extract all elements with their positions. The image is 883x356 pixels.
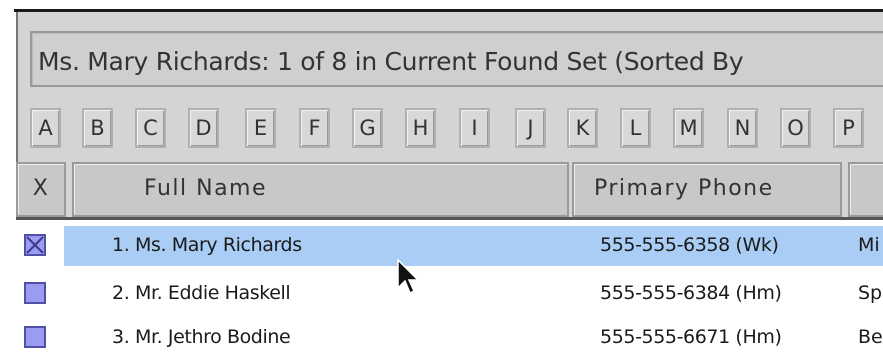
column-header-primary-phone[interactable]: Primary Phone: [572, 162, 842, 217]
record-status-field: Ms. Mary Richards: 1 of 8 in Current Fou…: [30, 31, 883, 87]
letter-button-k[interactable]: K: [567, 108, 598, 148]
record-phone: 555-555-6358 (Wk): [600, 234, 779, 256]
record-name: 2. Mr. Eddie Haskell: [112, 282, 291, 304]
list-item[interactable]: 1. Ms. Mary Richards 555-555-6358 (Wk) M…: [16, 226, 883, 266]
letter-button-f[interactable]: F: [299, 108, 330, 148]
list-item[interactable]: 3. Mr. Jethro Bodine 555-555-6671 (Hm) B…: [16, 318, 883, 356]
letter-button-d[interactable]: D: [188, 108, 219, 148]
column-header-next[interactable]: [848, 162, 883, 217]
letter-button-o[interactable]: O: [780, 108, 811, 148]
letter-button-l[interactable]: L: [620, 108, 651, 148]
column-header-full-name[interactable]: Full Name: [72, 162, 569, 217]
record-checkbox[interactable]: [24, 234, 46, 256]
letter-button-n[interactable]: N: [727, 108, 758, 148]
letter-button-g[interactable]: G: [352, 108, 383, 148]
arrow-cursor-icon: [397, 258, 420, 295]
record-phone: 555-555-6384 (Hm): [600, 282, 782, 304]
record-name: 1. Ms. Mary Richards: [112, 234, 302, 256]
letter-button-i[interactable]: I: [459, 108, 490, 148]
letter-button-h[interactable]: H: [405, 108, 436, 148]
letter-button-a[interactable]: A: [30, 108, 61, 148]
letter-button-m[interactable]: M: [673, 108, 704, 148]
letter-button-c[interactable]: C: [135, 108, 166, 148]
record-list: 1. Ms. Mary Richards 555-555-6358 (Wk) M…: [16, 217, 883, 356]
letter-button-p[interactable]: P: [833, 108, 864, 148]
column-header-select[interactable]: X: [16, 162, 66, 217]
record-phone: 555-555-6671 (Hm): [600, 326, 782, 348]
list-item[interactable]: 2. Mr. Eddie Haskell 555-555-6384 (Hm) S…: [16, 274, 883, 314]
checkbox-checked-icon: [26, 236, 44, 254]
letter-button-e[interactable]: E: [245, 108, 276, 148]
database-window: Ms. Mary Richards: 1 of 8 in Current Fou…: [0, 0, 883, 356]
record-checkbox[interactable]: [24, 326, 46, 348]
letter-button-b[interactable]: B: [82, 108, 113, 148]
record-city: Be: [858, 326, 883, 348]
record-name: 3. Mr. Jethro Bodine: [112, 326, 291, 348]
record-checkbox[interactable]: [24, 282, 46, 304]
record-city: Sp: [858, 282, 883, 304]
record-status-text: Ms. Mary Richards: 1 of 8 in Current Fou…: [38, 47, 744, 76]
record-city: Mi: [858, 234, 880, 256]
window-top-border: [14, 9, 883, 12]
letter-button-j[interactable]: J: [515, 108, 546, 148]
